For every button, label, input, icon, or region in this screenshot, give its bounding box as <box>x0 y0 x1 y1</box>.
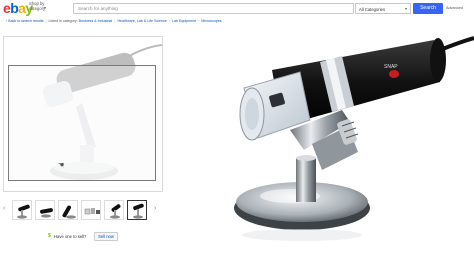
thumbnail-strip: ‹ › <box>3 199 163 223</box>
logo-letter-e: e <box>3 0 11 16</box>
breadcrumb: ‹ Back to search results | Listed in cat… <box>6 19 222 23</box>
thumbnail[interactable] <box>104 200 124 220</box>
thumbnail[interactable] <box>12 200 32 220</box>
have-one-to-sell-text: Have one to sell? <box>54 234 87 239</box>
breadcrumb-item[interactable]: Lab Equipment <box>172 19 196 23</box>
breadcrumb-item[interactable]: Microscopes <box>201 19 221 23</box>
shop-by-category-button[interactable]: Shop by category <box>29 1 45 11</box>
chevron-down-icon: ▾ <box>404 6 407 11</box>
hand-cursor-icon: ☚ <box>58 162 65 169</box>
sell-now-button[interactable]: Sell now <box>94 232 118 241</box>
advanced-search-link[interactable]: Advanced <box>446 6 463 10</box>
zoom-lens <box>8 65 156 181</box>
category-select-value: All Categories <box>359 6 386 12</box>
thumbnail-image <box>133 203 144 219</box>
breadcrumb-separator: | <box>45 19 47 23</box>
logo-letter-b: b <box>10 0 19 16</box>
thumbnail-selected[interactable] <box>127 200 147 220</box>
search-button[interactable]: Search <box>413 3 443 14</box>
page: ebay Shop by category ▾ Search for anyth… <box>0 0 474 266</box>
main-image-panel[interactable]: ☚ <box>3 36 163 192</box>
chevron-left-icon[interactable]: ‹ <box>3 205 5 212</box>
sell-strip: $ Have one to sell? Sell now <box>48 232 128 243</box>
zoomed-product-image: SNAP <box>172 30 474 266</box>
thumbnail-image <box>17 204 30 219</box>
chevron-down-icon: ▾ <box>44 5 47 10</box>
back-to-search-link[interactable]: Back to search results <box>8 19 43 23</box>
search-input[interactable]: Search for anything <box>73 3 354 14</box>
snap-label: SNAP <box>384 64 398 70</box>
chevron-right-icon: › <box>168 19 170 23</box>
chevron-right-icon[interactable]: › <box>154 205 156 212</box>
thumbnail-image <box>84 208 100 215</box>
breadcrumb-item[interactable]: Business & Industrial <box>79 19 113 23</box>
microscope-zoom-image: SNAP <box>234 36 474 241</box>
category-select[interactable]: All Categories ▾ <box>355 3 411 14</box>
thumbnail-image <box>110 204 121 219</box>
breadcrumb-item[interactable]: Healthcare, Lab & Life Science <box>117 19 166 23</box>
logo-letter-a: a <box>18 0 26 16</box>
listed-in-label: Listed in category: <box>48 19 78 23</box>
thumbnail[interactable] <box>58 200 78 220</box>
chevron-right-icon: › <box>198 19 200 23</box>
header: ebay Shop by category ▾ Search for anyth… <box>0 0 474 17</box>
thumbnail[interactable] <box>81 200 101 220</box>
thumbnail-image <box>40 208 53 218</box>
thumbnail-image <box>62 205 76 219</box>
thumbnail[interactable] <box>35 200 55 220</box>
chevron-right-icon: › <box>114 19 116 23</box>
dollar-icon: $ <box>48 233 51 239</box>
